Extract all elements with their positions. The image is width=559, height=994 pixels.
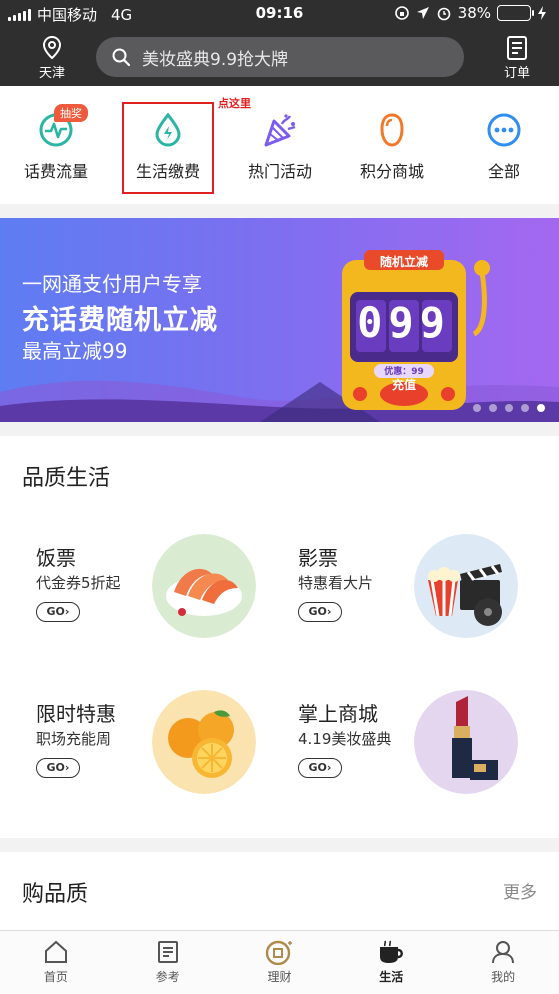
gem-icon xyxy=(380,113,404,147)
card-name: 限时特惠 xyxy=(36,702,116,726)
tab-label: 首页 xyxy=(43,970,68,984)
tab-home[interactable]: 首页 xyxy=(0,931,112,994)
cinema-icon xyxy=(414,534,518,638)
section-title: 购品质 xyxy=(22,882,89,907)
tab-mine[interactable]: 我的 xyxy=(447,931,559,994)
banner-subtitle: 一网通支付用户专享 xyxy=(22,272,202,296)
location-pin-icon xyxy=(42,36,62,60)
banner-note: 最高立减99 xyxy=(22,339,128,363)
search-icon xyxy=(112,48,130,66)
location-arrow-icon xyxy=(416,7,429,19)
tab-label: 我的 xyxy=(491,970,516,984)
lottery-badge: 抽奖 xyxy=(54,104,88,122)
coin-icon xyxy=(266,940,293,965)
battery-icon xyxy=(497,5,534,21)
orders-button[interactable]: 订单 xyxy=(497,36,537,81)
tab-label: 生活 xyxy=(379,970,404,984)
search-input[interactable]: 美妆盛典9.9抢大牌 xyxy=(96,37,464,77)
quick-item-label: 热门活动 xyxy=(247,162,312,181)
quality-life-section: 品质生活 饭票 代金券5折起 GO› 影票 特惠看大片 GO› 限时特惠 职场充… xyxy=(0,436,559,838)
orange-icon xyxy=(152,690,256,794)
more-dots-icon xyxy=(487,113,521,147)
slot-digits: 099 xyxy=(357,298,451,347)
quick-item-phone-data[interactable]: 话费流量 xyxy=(0,112,112,182)
person-icon xyxy=(492,941,515,964)
card-name: 影票 xyxy=(298,546,338,570)
card-desc: 4.19美妆盛典 xyxy=(298,730,392,748)
go-button[interactable]: GO› xyxy=(36,758,80,778)
quick-services: 话费流量 抽奖 生活缴费 热门活动 积分商城 全部 xyxy=(0,86,559,204)
lever-icon xyxy=(472,260,490,337)
card-name: 饭票 xyxy=(36,546,76,570)
quick-item-label: 全部 xyxy=(487,162,520,181)
shrimp-platter-icon xyxy=(152,534,256,638)
tab-life[interactable]: 生活 xyxy=(335,931,447,994)
document-icon xyxy=(157,941,178,963)
card-desc: 代金券5折起 xyxy=(36,574,121,592)
location-button[interactable]: 天津 xyxy=(22,36,82,81)
quick-item-hot-events[interactable]: 热门活动 xyxy=(224,112,336,182)
card-desc: 特惠看大片 xyxy=(298,574,374,592)
top-header: 中国移动 4G 09:16 38% 天津 美妆盛典9.9抢大牌 订单 xyxy=(0,0,559,86)
tab-reference[interactable]: 参考 xyxy=(112,931,224,994)
card-movie-ticket[interactable]: 影票 特惠看大片 GO› xyxy=(284,534,544,644)
go-button[interactable]: GO› xyxy=(36,602,80,622)
tab-label: 理财 xyxy=(267,970,292,984)
promo-banner[interactable]: 一网通支付用户专享 充话费随机立减 最高立减99 随机立减 099 优惠：99 … xyxy=(0,218,559,422)
party-popper-icon xyxy=(264,114,296,147)
buy-quality-section: 购品质 更多 xyxy=(0,852,559,930)
lipstick-icon xyxy=(414,690,518,794)
click-here-hint: 点这里 xyxy=(218,97,251,110)
highlight-box xyxy=(122,102,214,194)
tab-label: 参考 xyxy=(155,970,180,984)
orders-label: 订单 xyxy=(503,66,530,81)
more-link[interactable]: 更多 xyxy=(503,878,537,903)
banner-title: 充话费随机立减 xyxy=(22,305,218,336)
card-mobile-mall[interactable]: 掌上商城 4.19美妆盛典 GO› xyxy=(284,690,544,800)
bottom-tab-bar: 首页 参考 理财 生活 我的 xyxy=(0,930,559,994)
go-button[interactable]: GO› xyxy=(298,758,342,778)
battery-percent: 38% xyxy=(457,4,491,22)
rotation-lock-icon xyxy=(394,6,409,20)
home-icon xyxy=(44,940,67,963)
search-placeholder: 美妆盛典9.9抢大牌 xyxy=(142,49,289,70)
tab-wealth[interactable]: 理财 xyxy=(224,931,336,994)
slot-title: 随机立减 xyxy=(379,255,428,269)
coffee-cup-icon xyxy=(380,940,404,963)
order-list-icon xyxy=(507,36,527,60)
card-desc: 职场充能周 xyxy=(36,730,112,748)
quick-item-all[interactable]: 全部 xyxy=(448,112,559,182)
quick-item-label: 积分商城 xyxy=(359,162,424,181)
quick-item-points-mall[interactable]: 积分商城 xyxy=(336,112,448,182)
card-meal-voucher[interactable]: 饭票 代金券5折起 GO› xyxy=(22,534,282,644)
card-name: 掌上商城 xyxy=(298,702,378,726)
slot-recharge-button: 充值 xyxy=(391,378,416,392)
alarm-icon xyxy=(437,7,450,21)
section-title: 品质生活 xyxy=(22,466,111,491)
charging-icon xyxy=(538,6,546,20)
status-bar: 中国移动 4G 09:16 38% xyxy=(0,0,559,28)
banner-pagination xyxy=(473,404,545,412)
card-limited-offer[interactable]: 限时特惠 职场充能周 GO› xyxy=(22,690,282,800)
quick-item-label: 话费流量 xyxy=(23,162,88,181)
location-label: 天津 xyxy=(38,66,65,81)
go-button[interactable]: GO› xyxy=(298,602,342,622)
